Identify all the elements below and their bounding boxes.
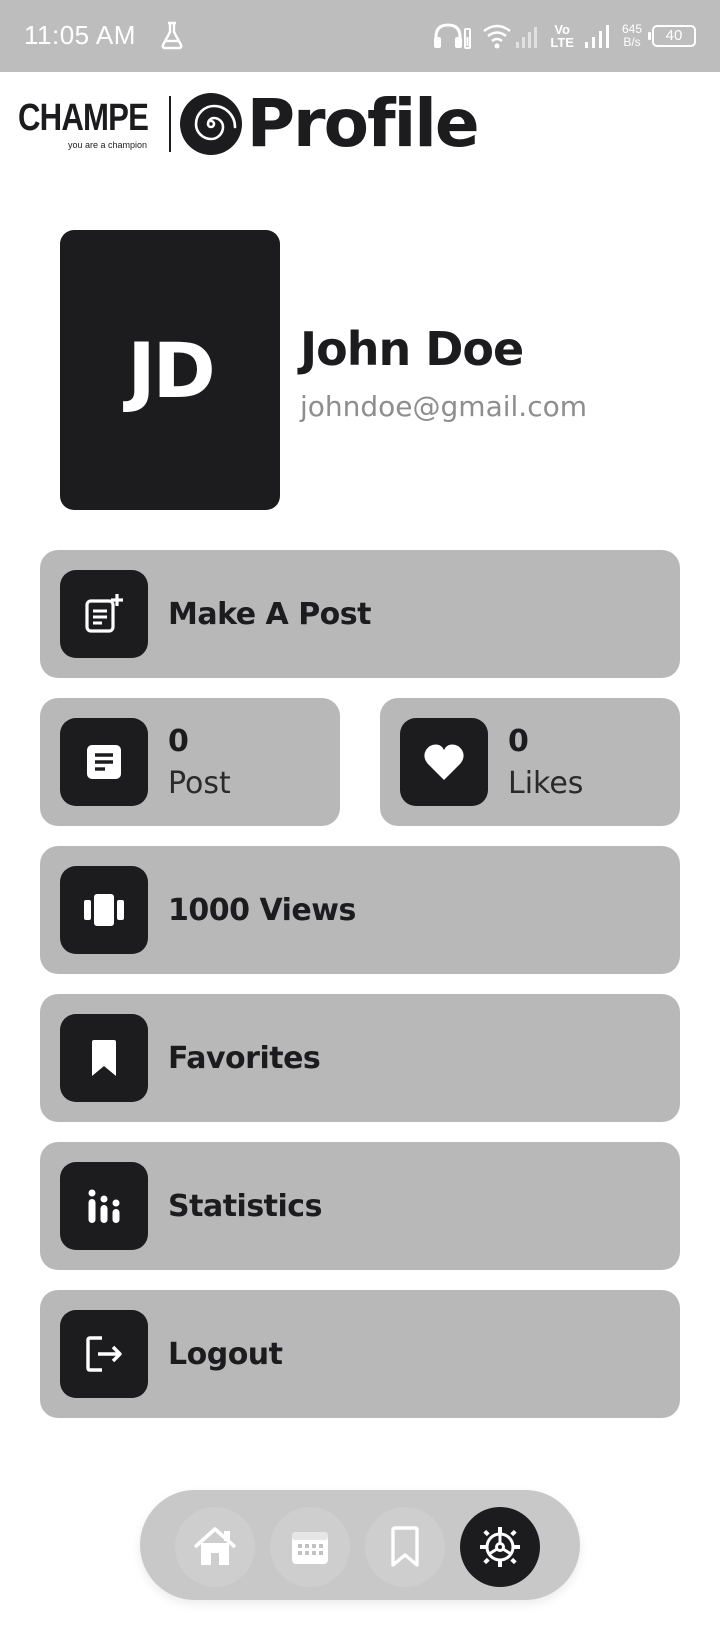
views-label: 1000 Views bbox=[168, 892, 356, 928]
favorites-label: Favorites bbox=[168, 1040, 321, 1076]
flask-icon bbox=[161, 21, 183, 50]
bottom-navigation bbox=[140, 1490, 580, 1600]
make-post-button[interactable]: Make A Post bbox=[40, 550, 680, 678]
spiral-logo-icon bbox=[179, 93, 242, 155]
page-title: Profile bbox=[246, 85, 480, 162]
status-indicators: Vo LTE 645 B/s 40 bbox=[432, 16, 696, 56]
make-post-label: Make A Post bbox=[168, 596, 372, 632]
brand-logo: CHAMPE you are a champion bbox=[18, 98, 177, 150]
home-icon bbox=[193, 1527, 237, 1565]
calendar-icon bbox=[292, 1532, 328, 1564]
statistics-button[interactable]: Statistics bbox=[40, 1142, 680, 1270]
wifi-icon bbox=[483, 24, 538, 49]
favorites-button[interactable]: Favorites bbox=[40, 994, 680, 1122]
views-button[interactable]: 1000 Views bbox=[40, 846, 680, 974]
post-icon bbox=[60, 718, 148, 806]
bookmark-outline-icon bbox=[391, 1526, 419, 1567]
settings-icon bbox=[480, 1527, 520, 1567]
logout-icon bbox=[60, 1310, 148, 1398]
battery-indicator: 40 bbox=[648, 25, 696, 47]
headphones-icon bbox=[434, 23, 472, 49]
views-icon bbox=[60, 866, 148, 954]
likes-label: Likes bbox=[508, 766, 584, 801]
posts-label: Post bbox=[168, 766, 231, 801]
statistics-label: Statistics bbox=[168, 1188, 322, 1224]
bookmark-icon bbox=[60, 1014, 148, 1102]
app-header: CHAMPE you are a champion Profile bbox=[18, 84, 480, 164]
heart-icon bbox=[400, 718, 488, 806]
logout-label: Logout bbox=[168, 1336, 283, 1372]
volte-bottom: LTE bbox=[550, 35, 574, 50]
avatar[interactable]: JD bbox=[60, 230, 280, 510]
statistics-icon bbox=[60, 1162, 148, 1250]
posts-count: 0 bbox=[168, 724, 189, 759]
likes-stat-card[interactable]: 0 Likes bbox=[380, 698, 680, 826]
status-bar: 11:05 AM Vo LTE 645 B/s 40 bbox=[0, 0, 720, 72]
brand-name: CHAMPE bbox=[18, 97, 149, 139]
nav-settings[interactable] bbox=[460, 1507, 540, 1587]
avatar-initials: JD bbox=[127, 325, 215, 415]
brand-divider bbox=[168, 96, 171, 152]
brand-tagline: you are a champion bbox=[68, 140, 148, 150]
logout-button[interactable]: Logout bbox=[40, 1290, 680, 1418]
user-email: johndoe@gmail.com bbox=[300, 390, 587, 423]
nav-calendar[interactable] bbox=[270, 1507, 350, 1587]
nav-bookmarks[interactable] bbox=[365, 1507, 445, 1587]
signal-icon bbox=[584, 25, 609, 48]
network-speed: 645 B/s bbox=[622, 23, 642, 49]
status-time: 11:05 AM bbox=[24, 20, 136, 50]
nav-home[interactable] bbox=[175, 1507, 255, 1587]
posts-stat-card[interactable]: 0 Post bbox=[40, 698, 340, 826]
user-name: John Doe bbox=[300, 322, 524, 376]
likes-count: 0 bbox=[508, 724, 529, 759]
speed-unit: B/s bbox=[623, 35, 641, 49]
volte-indicator: Vo LTE bbox=[550, 23, 574, 49]
new-post-icon bbox=[60, 570, 148, 658]
